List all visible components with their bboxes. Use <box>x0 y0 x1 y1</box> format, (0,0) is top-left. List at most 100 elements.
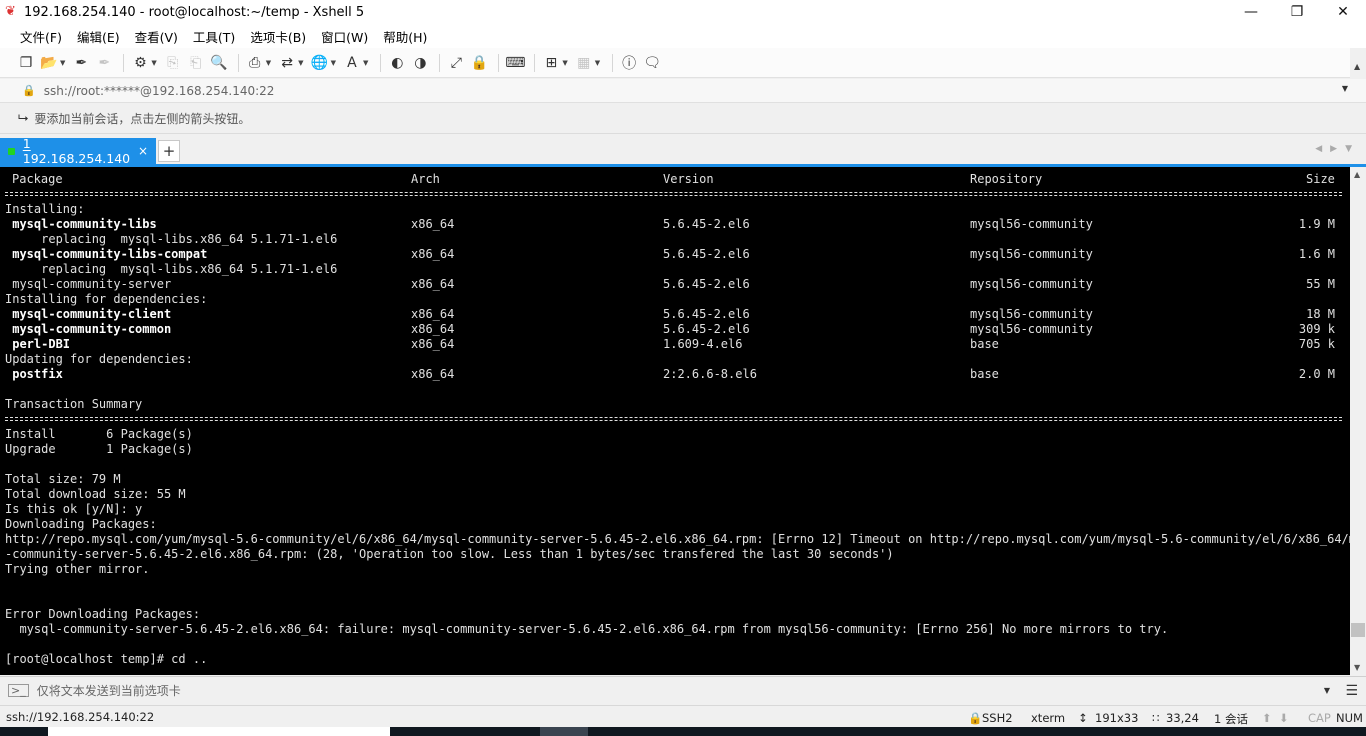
menu-tools[interactable]: 工具(T) <box>193 27 235 46</box>
table-row: perl-DBI x86_64 1.609-4.el6 base 705 k <box>5 337 1350 352</box>
menu-file[interactable]: 文件(F) <box>20 27 62 46</box>
cell-arch: x86_64 <box>411 322 455 336</box>
tab-label: 1 192.168.254.140 <box>22 136 131 166</box>
tab-session-1[interactable]: 1 192.168.254.140 × <box>0 136 156 166</box>
terminal-line: Upgrade 1 Package(s) <box>5 442 193 456</box>
compose-icon: >_ <box>8 684 29 697</box>
window-controls: — ❐ ✕ <box>1228 0 1366 24</box>
properties-dropdown-icon[interactable]: ▼ <box>151 59 156 67</box>
compose-dropdown-icon[interactable]: ▼ <box>1324 686 1330 695</box>
terminal-scrollbar[interactable]: ▲ ▼ <box>1350 167 1366 675</box>
fullscreen-icon[interactable]: ⤢ <box>446 53 466 73</box>
session-down-icon[interactable]: ⬇ <box>1279 711 1289 725</box>
status-size: 191x33 <box>1095 711 1139 725</box>
toolbar-divider <box>237 53 239 72</box>
header-repository: Repository <box>970 172 1043 186</box>
open-folder-icon[interactable]: 📂 <box>39 53 59 73</box>
cell-size: 1.9 M <box>1298 217 1335 231</box>
maximize-button[interactable]: ❐ <box>1274 0 1320 24</box>
table-row: mysql-community-libs x86_64 5.6.45-2.el6 my… <box>5 217 1350 232</box>
toolbar-divider <box>612 53 614 72</box>
scroll-up-icon[interactable]: ▲ <box>1354 170 1360 179</box>
cell-arch: x86_64 <box>411 367 455 381</box>
minimize-button[interactable]: — <box>1228 0 1274 24</box>
table-header-row: Package Arch Version Repository Size <box>5 172 1335 187</box>
paste-icon[interactable]: ⎗ <box>186 53 206 73</box>
globe-dropdown-icon[interactable]: ▼ <box>331 59 336 67</box>
status-sessions: 1 会话 <box>1214 712 1248 726</box>
cell-arch: x86_64 <box>411 277 455 291</box>
tab-navigation[interactable]: ◀▶▼ <box>1315 144 1360 154</box>
taskbar-app[interactable] <box>540 727 588 736</box>
toolbar-divider <box>534 53 536 72</box>
xmanager-icon[interactable]: ◑ <box>410 53 430 73</box>
terminal-line: http://repo.mysql.com/yum/mysql-5.6-comm… <box>5 532 1350 546</box>
font-dropdown-icon[interactable]: ▼ <box>363 59 368 67</box>
menu-edit[interactable]: 编辑(E) <box>77 27 120 46</box>
status-bar: ssh://192.168.254.140:22 🔒 SSH2 xterm ↕ … <box>0 705 1366 727</box>
address-text[interactable]: ssh://root:******@192.168.254.140:22 <box>44 84 275 98</box>
cell-version: 5.6.45-2.el6 <box>663 247 750 261</box>
scroll-down-icon[interactable]: ▼ <box>1354 663 1360 672</box>
copy-icon[interactable]: ⎘ <box>163 53 183 73</box>
add-session-arrow-icon[interactable]: ⮡ <box>18 111 28 126</box>
title-bar: ❦ 192.168.254.140 - root@localhost:~/tem… <box>0 0 1366 24</box>
close-button[interactable]: ✕ <box>1320 0 1366 24</box>
lock-icon[interactable]: 🔒 <box>469 53 489 73</box>
new-tab-icon[interactable]: ⊞ <box>541 53 561 73</box>
menu-help[interactable]: 帮助(H) <box>383 27 427 46</box>
transfer-dropdown-icon[interactable]: ▼ <box>298 59 303 67</box>
xshell-app-icon[interactable]: ❦ <box>5 5 19 19</box>
help-icon[interactable]: ⓘ <box>619 53 639 73</box>
menu-tab[interactable]: 选项卡(B) <box>250 27 306 46</box>
compose-menu-icon[interactable]: ☰ <box>1345 683 1358 699</box>
cell-size: 55 M <box>1306 277 1335 291</box>
menu-window[interactable]: 窗口(W) <box>321 27 368 46</box>
xftp-icon[interactable]: ◐ <box>387 53 407 73</box>
tab-close-icon[interactable]: × <box>138 144 148 158</box>
compose-bar[interactable]: >_ 仅将文本发送到当前选项卡 ▼ ☰ <box>0 676 1366 704</box>
layout-dropdown-icon[interactable]: ▼ <box>595 59 600 67</box>
window-title: 192.168.254.140 - root@localhost:~/temp … <box>24 4 365 20</box>
chat-icon[interactable]: 🗨 <box>642 53 662 73</box>
new-session-icon[interactable]: ❐ <box>16 53 36 73</box>
scroll-up-icon[interactable]: ▲ <box>1354 62 1360 71</box>
terminal-output[interactable]: Package Arch Version Repository Size Ins… <box>0 167 1350 675</box>
terminal-line: Trying other mirror. <box>5 562 150 576</box>
protocol-lock-icon: 🔒 <box>968 711 983 725</box>
keyboard-icon[interactable]: ⌨ <box>505 53 525 73</box>
new-tab-dropdown-icon[interactable]: ▼ <box>562 59 567 67</box>
disconnect-icon[interactable]: ✒ <box>94 53 114 73</box>
separator-line <box>5 192 1342 196</box>
table-row: mysql-community-server x86_64 5.6.45-2.el6… <box>5 277 1350 292</box>
open-dropdown-icon[interactable]: ▼ <box>60 59 65 67</box>
print-dropdown-icon[interactable]: ▼ <box>266 59 271 67</box>
cell-package: mysql-community-libs <box>5 217 157 231</box>
globe-icon[interactable]: 🌐 <box>310 53 330 73</box>
cell-version: 5.6.45-2.el6 <box>663 217 750 231</box>
scrollbar-thumb[interactable] <box>1351 623 1365 637</box>
print-icon[interactable]: ⎙ <box>245 53 265 73</box>
toolbar: ❐ 📂 ▼ ✒ ✒ ⚙ ▼ ⎘ ⎗ 🔍 ⎙ ▼ ⇄ ▼ 🌐 ▼ A ▼ ◐ ◑ … <box>0 48 1366 78</box>
font-icon[interactable]: A <box>342 53 362 73</box>
toolbar-divider <box>439 53 441 72</box>
address-bar[interactable]: 🔒 ssh://root:******@192.168.254.140:22 ▼ <box>0 79 1366 103</box>
layout-icon[interactable]: ▦ <box>574 53 594 73</box>
cell-version: 1.609-4.el6 <box>663 337 743 351</box>
menu-view[interactable]: 查看(V) <box>135 27 178 46</box>
address-dropdown-icon[interactable]: ▼ <box>1342 84 1348 93</box>
reconnect-icon[interactable]: ✒ <box>71 53 91 73</box>
find-icon[interactable]: 🔍 <box>209 53 229 73</box>
tip-text: 要添加当前会话，点击左侧的箭头按钮。 <box>34 112 251 126</box>
taskbar-search[interactable] <box>48 727 390 736</box>
cell-size: 309 k <box>1298 322 1335 336</box>
cell-size: 705 k <box>1298 337 1335 351</box>
compose-input[interactable]: 仅将文本发送到当前选项卡 <box>37 682 181 699</box>
transfer-icon[interactable]: ⇄ <box>277 53 297 73</box>
session-up-icon[interactable]: ⬆ <box>1262 711 1272 725</box>
add-tab-button[interactable]: + <box>158 140 180 162</box>
properties-icon[interactable]: ⚙ <box>130 53 150 73</box>
cell-arch: x86_64 <box>411 307 455 321</box>
